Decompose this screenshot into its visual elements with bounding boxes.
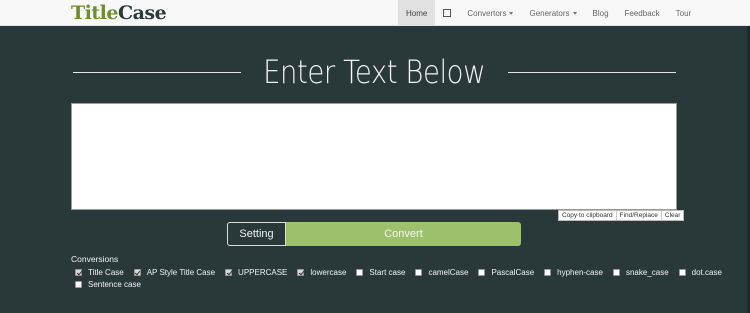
option-snake-case[interactable]: snake_case [612, 268, 669, 277]
nav-convertors-label: Convertors [467, 8, 507, 18]
copy-to-clipboard-button[interactable]: Copy to clipboard [559, 211, 617, 220]
option-label: dot.case [691, 268, 722, 277]
option-hyphen-case[interactable]: hyphen-case [544, 268, 603, 277]
option-sentence-case[interactable]: Sentence case [75, 280, 141, 289]
option-lowercase[interactable]: lowercase [297, 268, 346, 277]
option-pascal-case[interactable]: PascalCase [478, 268, 534, 277]
option-label: Sentence case [88, 280, 141, 289]
option-label: Title Case [88, 268, 124, 277]
checkbox[interactable] [75, 269, 82, 276]
navbar: TitleCase Home Convertors Generators Blo… [0, 0, 750, 26]
option-label: PascalCase [491, 268, 535, 277]
checkbox[interactable] [356, 269, 364, 276]
nav-generators-dropdown[interactable]: Generators [521, 0, 584, 26]
find-replace-button[interactable]: Find/Replace [617, 211, 662, 220]
nav-tour[interactable]: Tour [668, 0, 700, 26]
conversions-title: Conversions [71, 254, 119, 264]
heading-divider-right [507, 71, 677, 73]
option-label: Start case [369, 268, 406, 277]
nav-blog[interactable]: Blog [585, 0, 617, 26]
page-title: Enter Text Below [263, 53, 486, 91]
text-tools: Copy to clipboard Find/Replace Clear [558, 210, 685, 221]
checkbox[interactable] [612, 269, 620, 276]
section-heading: Enter Text Below [73, 52, 677, 92]
checkbox[interactable] [75, 281, 82, 288]
checkbox[interactable] [225, 269, 233, 276]
checkbox[interactable] [415, 269, 423, 276]
logo-case: Case [117, 2, 167, 24]
clear-button[interactable]: Clear [662, 211, 684, 220]
checkbox[interactable] [133, 269, 141, 276]
checkbox[interactable] [297, 269, 305, 276]
main-nav: Home Convertors Generators Blog Feedback… [398, 0, 699, 26]
convert-button[interactable]: Convert [286, 222, 521, 246]
nav-feedback[interactable]: Feedback [617, 0, 668, 26]
option-camel-case[interactable]: camelCase [415, 268, 468, 277]
nav-convertors-dropdown[interactable]: Convertors [459, 0, 521, 26]
site-logo[interactable]: TitleCase [71, 2, 167, 24]
conversions-row: Title Case AP Style Title Case UPPERCASE… [75, 268, 732, 277]
option-label: hyphen-case [557, 268, 603, 277]
square-icon [443, 9, 452, 17]
logo-title: Title [71, 2, 118, 24]
nav-home[interactable]: Home [398, 0, 436, 26]
setting-button[interactable]: Setting [227, 222, 286, 246]
caret-down-icon [509, 11, 514, 15]
checkbox[interactable] [678, 269, 686, 276]
checkbox[interactable] [478, 269, 486, 276]
nav-square-button[interactable] [435, 0, 459, 26]
option-label: UPPERCASE [238, 268, 288, 277]
nav-generators-label: Generators [529, 8, 570, 18]
option-ap-style-title-case[interactable]: AP Style Title Case [133, 268, 216, 277]
conversions-row: Sentence case [75, 280, 151, 289]
option-uppercase[interactable]: UPPERCASE [225, 268, 287, 277]
option-label: camelCase [428, 268, 469, 277]
option-label: snake_case [625, 268, 669, 277]
checkbox[interactable] [544, 269, 552, 276]
option-dot-case[interactable]: dot.case [678, 268, 722, 277]
option-label: lowercase [310, 268, 347, 277]
heading-divider-left [73, 71, 242, 73]
option-start-case[interactable]: Start case [356, 268, 405, 277]
option-title-case[interactable]: Title Case [75, 268, 124, 277]
text-input-area[interactable] [71, 103, 677, 210]
caret-down-icon [572, 11, 577, 15]
option-label: AP Style Title Case [146, 268, 216, 277]
